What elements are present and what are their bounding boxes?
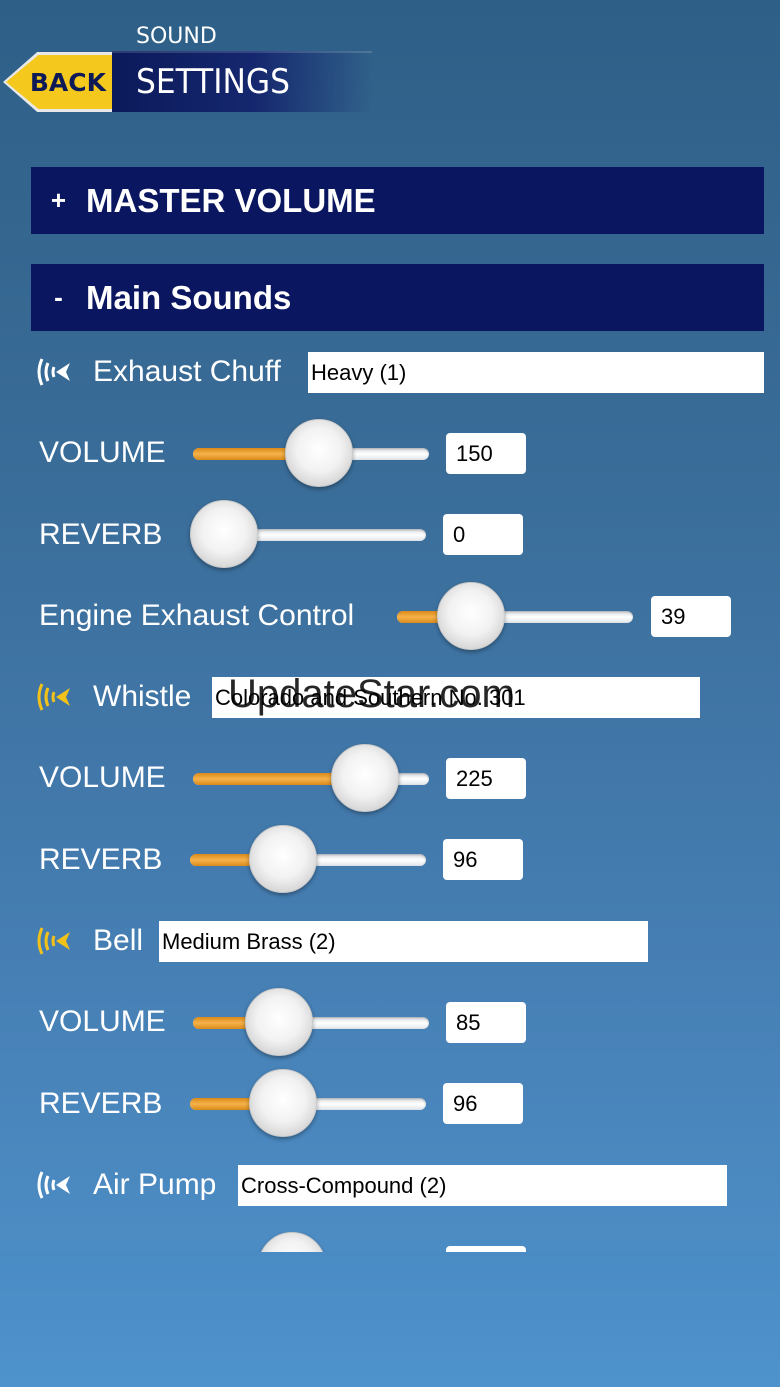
- exhaust-volume-slider[interactable]: [193, 419, 429, 489]
- back-button[interactable]: BACK: [6, 55, 114, 109]
- sound-row-exhaust-chuff: Exhaust Chuff: [36, 351, 281, 393]
- exhaust-reverb-value[interactable]: 0: [443, 514, 523, 555]
- slider-thumb[interactable]: [258, 1232, 326, 1252]
- sound-toggle-icon[interactable]: [36, 1164, 84, 1206]
- expand-toggle: +: [50, 185, 67, 215]
- sound-row-whistle: Whistle: [36, 676, 191, 718]
- sound-name: Bell: [93, 924, 144, 957]
- exhaust-reverb-slider[interactable]: [190, 500, 426, 570]
- section-main-sounds[interactable]: - Main Sounds: [31, 264, 764, 331]
- whistle-select[interactable]: Colorado and Southern No. 301: [212, 677, 700, 718]
- sound-toggle-icon[interactable]: [36, 920, 84, 962]
- whistle-volume-value[interactable]: 225: [446, 758, 526, 799]
- sound-toggle-icon[interactable]: [36, 351, 84, 393]
- reverb-label: REVERB: [39, 518, 163, 551]
- reverb-label: REVERB: [39, 843, 163, 876]
- slider-thumb[interactable]: [245, 988, 313, 1056]
- sound-toggle-icon[interactable]: [36, 676, 84, 718]
- sound-name: Whistle: [93, 680, 192, 713]
- air-pump-select[interactable]: Cross-Compound (2): [238, 1165, 727, 1206]
- page-title: SETTINGS: [136, 62, 291, 102]
- volume-label: VOLUME: [39, 761, 166, 794]
- slider-thumb[interactable]: [190, 500, 258, 568]
- engine-exhaust-control-label: Engine Exhaust Control: [39, 599, 355, 632]
- bell-reverb-slider[interactable]: [190, 1069, 426, 1139]
- sound-row-bell: Bell: [36, 920, 143, 962]
- exhaust-chuff-select[interactable]: Heavy (1): [308, 352, 764, 393]
- air-pump-volume-slider-partial[interactable]: [258, 1232, 338, 1252]
- exhaust-volume-value[interactable]: 150: [446, 433, 526, 474]
- sound-row-air-pump: Air Pump: [36, 1164, 216, 1206]
- reverb-label: REVERB: [39, 1087, 163, 1120]
- engine-exhaust-slider[interactable]: [397, 582, 633, 652]
- sound-name: Air Pump: [93, 1168, 217, 1201]
- scroll-area-bottom: [0, 1252, 780, 1387]
- back-button-label: BACK: [29, 67, 106, 97]
- whistle-reverb-slider[interactable]: [190, 825, 426, 895]
- engine-exhaust-value[interactable]: 39: [651, 596, 731, 637]
- slider-thumb[interactable]: [249, 825, 317, 893]
- volume-label: VOLUME: [39, 1005, 166, 1038]
- slider-thumb[interactable]: [437, 582, 505, 650]
- bell-volume-value[interactable]: 85: [446, 1002, 526, 1043]
- slider-thumb[interactable]: [285, 419, 353, 487]
- bell-select[interactable]: Medium Brass (2): [159, 921, 648, 962]
- sound-name: Exhaust Chuff: [93, 355, 281, 388]
- bell-volume-slider[interactable]: [193, 988, 429, 1058]
- collapse-toggle: -: [54, 282, 63, 312]
- volume-label: VOLUME: [39, 436, 166, 469]
- section-label: Main Sounds: [86, 278, 292, 316]
- whistle-volume-slider[interactable]: [193, 744, 429, 814]
- header: BACK SOUND SETTINGS: [0, 0, 780, 130]
- slider-thumb[interactable]: [331, 744, 399, 812]
- slider-thumb[interactable]: [249, 1069, 317, 1137]
- whistle-reverb-value[interactable]: 96: [443, 839, 523, 880]
- bell-reverb-value[interactable]: 96: [443, 1083, 523, 1124]
- section-label: MASTER VOLUME: [86, 181, 376, 219]
- section-master-volume[interactable]: + MASTER VOLUME: [31, 167, 764, 234]
- page-subtitle: SOUND: [136, 24, 217, 49]
